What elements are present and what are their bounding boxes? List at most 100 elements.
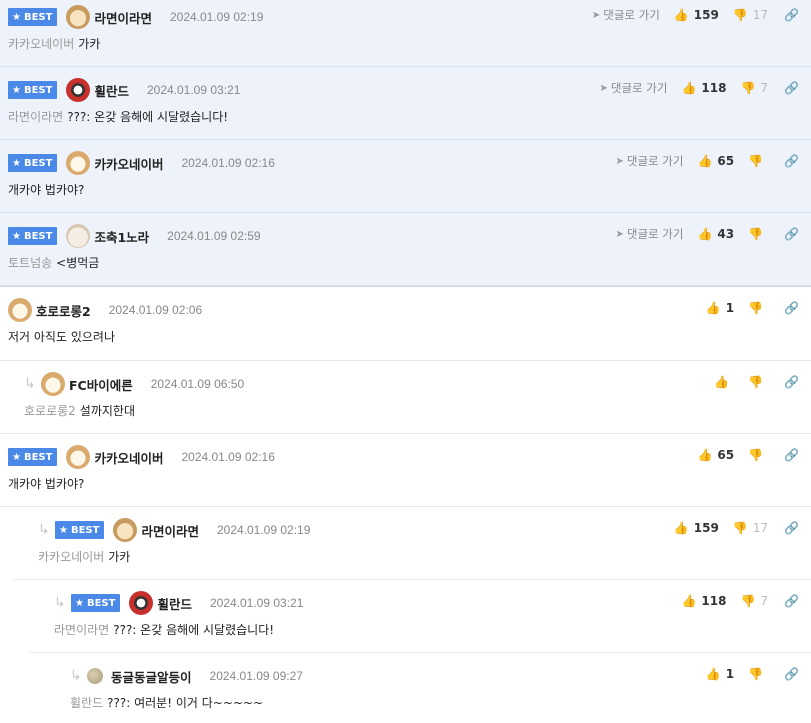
dislike-button[interactable]: 👎: [748, 154, 768, 168]
mention[interactable]: 카카오네이버: [8, 35, 74, 52]
dislike-button[interactable]: 👎: [748, 667, 768, 681]
best-comment: ★ BEST 휠란드 2024.01.09 03:21 라면이라면 ???: 온갖…: [0, 67, 811, 140]
nickname[interactable]: 라면이라면: [94, 8, 152, 27]
star-icon: ★: [12, 451, 21, 463]
send-icon: ➤: [615, 155, 624, 167]
like-button[interactable]: 👍 1: [706, 301, 734, 315]
nickname[interactable]: 라면이라면: [141, 521, 199, 540]
comment-list: ★ BEST 라면이라면 2024.01.09 02:19 카카오네이버 가카 ➤…: [0, 0, 811, 723]
goto-comment-link[interactable]: ➤ 댓글로 가기: [615, 153, 683, 169]
comment-date: 2024.01.09 06:50: [150, 377, 245, 391]
link-icon[interactable]: 🔗: [784, 375, 799, 389]
link-icon[interactable]: 🔗: [784, 448, 799, 462]
send-icon: ➤: [615, 228, 624, 240]
avatar[interactable]: [87, 668, 103, 684]
like-button[interactable]: 👍 65: [697, 448, 734, 462]
best-badge: ★ BEST: [55, 521, 105, 539]
comment-text: 가카: [78, 36, 101, 51]
like-button[interactable]: 👍 43: [697, 227, 734, 241]
mention[interactable]: 카카오네이버: [38, 548, 104, 565]
avatar[interactable]: [113, 518, 138, 542]
thumb-down-icon: 👎: [748, 154, 764, 168]
comment-text: 개카야 법카야?: [8, 182, 85, 197]
comment-text: ???: 온갖 음해에 시달렸습니다!: [67, 109, 229, 124]
link-icon[interactable]: 🔗: [784, 594, 799, 608]
avatar[interactable]: [66, 445, 91, 469]
link-icon[interactable]: 🔗: [784, 667, 799, 681]
comment-date: 2024.01.09 02:16: [181, 156, 275, 170]
link-icon[interactable]: 🔗: [784, 8, 799, 22]
nickname[interactable]: 휠란드: [157, 594, 192, 613]
goto-comment-link[interactable]: ➤ 댓글로 가기: [599, 80, 667, 96]
mention[interactable]: 라면이라면: [8, 108, 63, 125]
comment: 호로로롱2 2024.01.09 02:06 저거 아직도 있으려나 👍 1 👎 …: [0, 289, 811, 361]
nickname[interactable]: 호로로롱2: [36, 301, 91, 320]
mention[interactable]: 토트넘송: [8, 254, 52, 271]
dislike-button[interactable]: 👎: [748, 301, 768, 315]
like-button[interactable]: 👍 118: [681, 81, 726, 95]
mention[interactable]: 라면이라면: [54, 621, 109, 638]
thumb-up-icon: 👍: [673, 521, 689, 535]
mention[interactable]: 휠란드: [70, 694, 103, 711]
send-icon: ➤: [591, 9, 601, 21]
dislike-button[interactable]: 👎 7: [740, 81, 768, 95]
link-icon[interactable]: 🔗: [784, 81, 799, 95]
nickname[interactable]: 카카오네이버: [94, 448, 163, 467]
like-button[interactable]: 👍 159: [674, 8, 719, 22]
avatar[interactable]: [41, 372, 65, 396]
dislike-button[interactable]: 👎: [748, 375, 768, 389]
star-icon: ★: [12, 230, 21, 242]
best-badge: ★ BEST: [71, 594, 121, 612]
avatar[interactable]: [66, 78, 91, 102]
star-icon: ★: [75, 597, 84, 609]
thumb-up-icon: 👍: [697, 154, 713, 168]
nickname[interactable]: FC바이에른: [69, 375, 133, 394]
like-button[interactable]: 👍 118: [681, 594, 726, 608]
link-icon[interactable]: 🔗: [784, 301, 799, 315]
best-badge: ★ BEST: [8, 227, 58, 245]
thumb-down-icon: 👎: [748, 667, 764, 681]
thumb-up-icon: 👍: [697, 448, 713, 462]
send-icon: ➤: [599, 82, 608, 94]
mention[interactable]: 호로로롱2: [24, 402, 76, 419]
thumb-up-icon: 👍: [705, 301, 721, 315]
comment-date: 2024.01.09 02:19: [216, 523, 311, 537]
avatar[interactable]: [66, 5, 91, 29]
comment-date: 2024.01.09 09:27: [209, 669, 303, 683]
avatar[interactable]: [8, 298, 32, 322]
like-button[interactable]: 👍: [714, 375, 734, 389]
thumb-down-icon: 👎: [740, 594, 756, 608]
comment-text: 개카야 법카야?: [8, 476, 85, 491]
thumb-up-icon: 👍: [705, 667, 721, 681]
dislike-button[interactable]: 👎 17: [733, 521, 768, 535]
avatar[interactable]: [129, 591, 154, 615]
dislike-button[interactable]: 👎: [748, 227, 768, 241]
thumb-down-icon: 👎: [748, 448, 764, 462]
goto-comment-link[interactable]: ➤ 댓글로 가기: [615, 226, 683, 242]
like-button[interactable]: 👍 1: [706, 667, 734, 681]
like-button[interactable]: 👍 159: [674, 521, 719, 535]
dislike-button[interactable]: 👎 7: [740, 594, 768, 608]
reply-comment: ↳ FC바이에른 2024.01.09 06:50 호로로롱2 설까지한대 👍 …: [0, 361, 811, 434]
nickname[interactable]: 카카오네이버: [94, 154, 163, 173]
goto-comment-link[interactable]: ➤ 댓글로 가기: [592, 7, 660, 23]
link-icon[interactable]: 🔗: [784, 154, 799, 168]
thumb-down-icon: 👎: [748, 227, 764, 241]
thumb-up-icon: 👍: [681, 81, 697, 95]
avatar[interactable]: [66, 151, 91, 175]
link-icon[interactable]: 🔗: [784, 227, 799, 241]
avatar[interactable]: [66, 224, 91, 248]
thumb-up-icon: 👍: [714, 375, 730, 389]
nickname[interactable]: 휠란드: [94, 81, 129, 100]
nickname[interactable]: 조축1노라: [94, 227, 149, 246]
best-comment: ★ BEST 라면이라면 2024.01.09 02:19 카카오네이버 가카 ➤…: [0, 0, 811, 67]
thumb-down-icon: 👎: [748, 301, 764, 315]
dislike-button[interactable]: 👎 17: [733, 8, 768, 22]
star-icon: ★: [12, 11, 21, 23]
dislike-button[interactable]: 👎: [748, 448, 768, 462]
nickname[interactable]: 동글동글알등이: [111, 667, 192, 686]
like-button[interactable]: 👍 65: [697, 154, 734, 168]
comment-date: 2024.01.09 02:19: [169, 10, 264, 24]
thumb-up-icon: 👍: [673, 8, 689, 22]
link-icon[interactable]: 🔗: [784, 521, 799, 535]
